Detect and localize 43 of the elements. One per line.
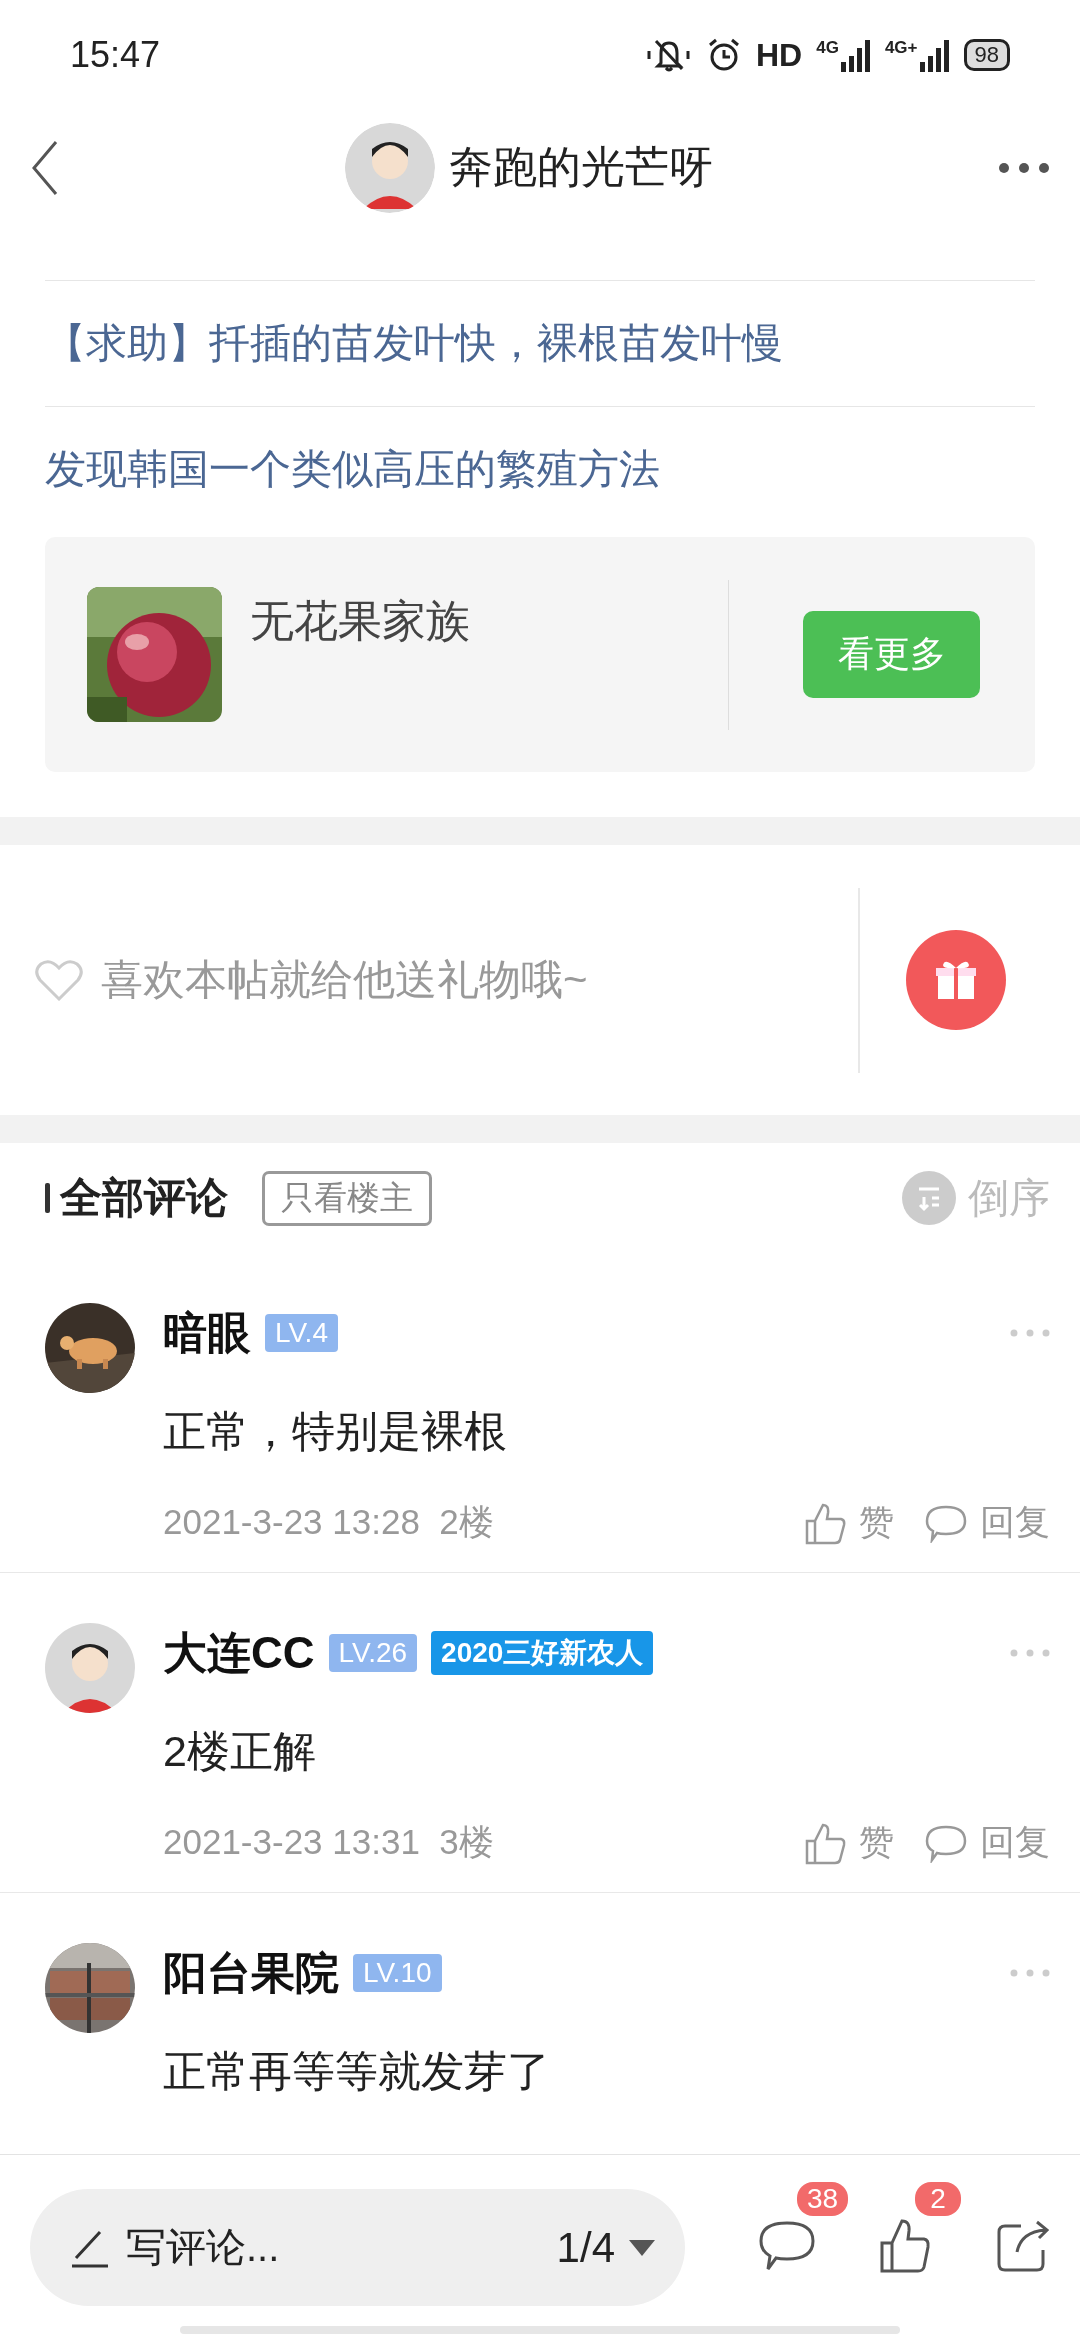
status-time: 15:47 xyxy=(70,34,162,76)
signal-icon xyxy=(919,38,950,72)
author-only-filter[interactable]: 只看楼主 xyxy=(262,1170,432,1226)
comments-title: 全部评论 xyxy=(60,1173,228,1223)
battery-level: 98 xyxy=(963,39,1010,71)
honor-badge: 2020三好新农人 xyxy=(431,1631,654,1675)
network-label: 4G xyxy=(816,38,839,58)
speech-bubble-icon xyxy=(758,2219,816,2273)
forum-name: 无花果家族 xyxy=(250,595,471,647)
mute-bell-icon xyxy=(646,37,692,73)
network-label: 4G+ xyxy=(884,38,918,58)
sort-icon xyxy=(902,1171,956,1225)
forum-card[interactable]: 无花果家族 看更多 xyxy=(45,537,1035,772)
gift-prompt: 喜欢本帖就给他送礼物哦~ xyxy=(101,955,589,1005)
alarm-icon xyxy=(706,37,742,73)
page-indicator[interactable]: 1/4 xyxy=(556,2223,615,2272)
related-post-link[interactable]: 【求助】扦插的苗发叶快，裸根苗发叶慢 xyxy=(45,316,783,371)
comment-meta: 2021-3-23 13:31 3楼 xyxy=(163,1821,495,1863)
username[interactable]: 大连CC xyxy=(163,1623,315,1683)
comment-text: 2楼正解 xyxy=(163,1726,317,1777)
username[interactable]: 阳台果院 xyxy=(163,1943,339,2003)
related-post-link[interactable]: 发现韩国一个类似高压的繁殖方法 xyxy=(45,442,660,497)
signal-icon xyxy=(840,38,871,72)
back-icon[interactable] xyxy=(30,139,60,196)
comment-text: 正常再等等就发芽了 xyxy=(163,2046,551,2097)
caret-icon[interactable] xyxy=(629,2239,655,2256)
heart-icon xyxy=(35,959,83,1001)
author-name: 奔跑的光芒呀 xyxy=(449,141,713,193)
more-icon[interactable] xyxy=(998,161,1050,174)
accent-bar xyxy=(45,1183,50,1213)
comment-bar[interactable]: 写评论... 1/4 xyxy=(30,2189,685,2306)
level-badge: LV.4 xyxy=(265,1314,338,1352)
comment-count-badge: 38 xyxy=(797,2181,849,2216)
share-icon xyxy=(995,2218,1051,2274)
level-badge: LV.26 xyxy=(328,1634,418,1672)
comment-meta: 2021-3-23 13:28 2楼 xyxy=(163,1501,495,1543)
username[interactable]: 暗眼 xyxy=(163,1303,251,1363)
comment-field[interactable]: 写评论... xyxy=(124,2224,543,2271)
hd-label: HD xyxy=(756,36,803,74)
like-count-badge: 2 xyxy=(915,2181,961,2216)
comment-text: 正常，特别是裸根 xyxy=(163,1406,508,1457)
level-badge: LV.10 xyxy=(353,1954,442,1992)
thumbs-up-icon xyxy=(878,2217,932,2275)
